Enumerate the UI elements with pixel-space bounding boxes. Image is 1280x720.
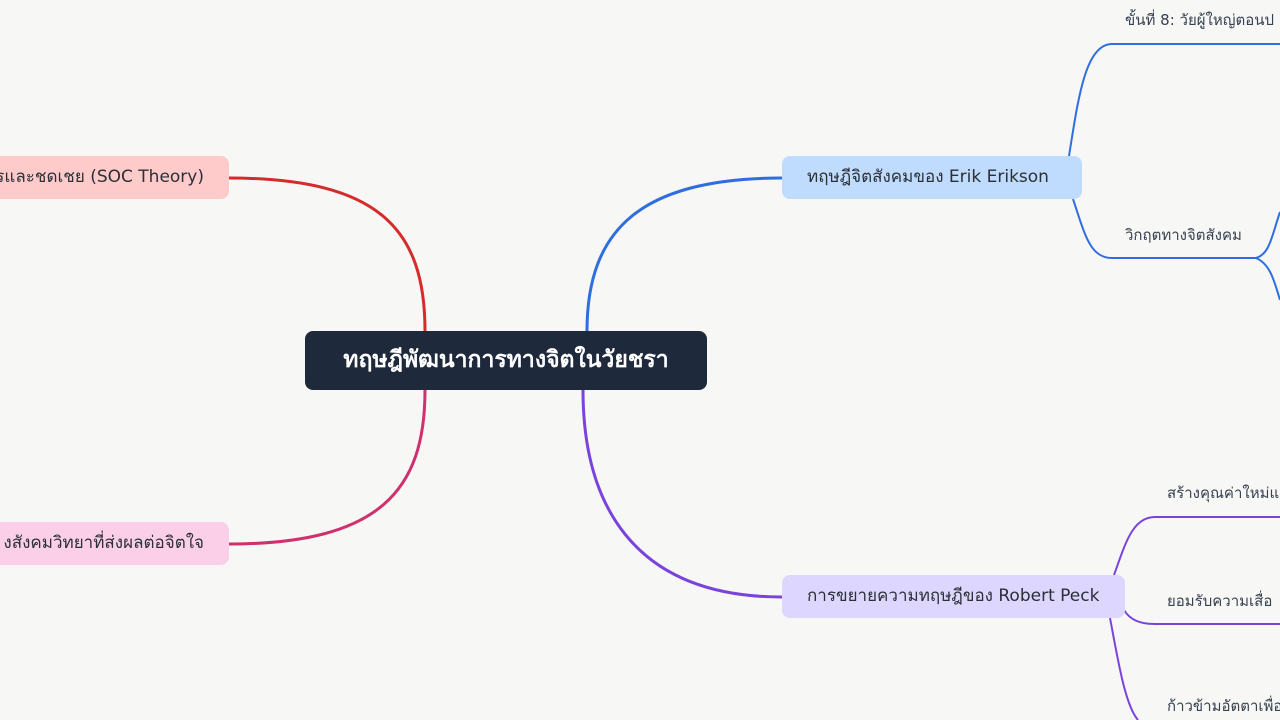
central-topic-node[interactable]: ทฤษฎีพัฒนาการทางจิตในวัยชรา	[305, 331, 707, 390]
edge-peck-accept	[1123, 609, 1280, 625]
edge-center-erikson	[585, 176, 783, 332]
leaf-psychosocial-crisis[interactable]: วิกฤตทางจิตสังคม	[1125, 228, 1242, 243]
leaf-accept-decline[interactable]: ยอมรับความเสื่อ	[1167, 594, 1272, 609]
leaf-new-values[interactable]: สร้างคุณค่าใหม่แ	[1167, 486, 1279, 501]
edge-center-soc	[228, 176, 427, 332]
edge-center-peck	[581, 389, 783, 599]
mindmap-canvas: ทฤษฎีพัฒนาการทางจิตในวัยชรา รและชดเชย (S…	[0, 0, 1280, 720]
edge-erikson-stage8	[1068, 43, 1280, 157]
leaf-stage-8[interactable]: ขั้นที่ 8: วัยผู้ใหญ่ตอนป	[1125, 13, 1274, 28]
branch-soc-theory[interactable]: รและชดเชย (SOC Theory)	[0, 156, 229, 199]
branch-erikson-theory[interactable]: ทฤษฎีจิตสังคมของ Erik Erikson	[782, 156, 1082, 199]
edge-peck-values	[1113, 516, 1280, 576]
edge-crisis-up	[1255, 211, 1280, 259]
edge-center-sociology	[228, 389, 427, 546]
leaf-transcend-ego[interactable]: ก้าวข้ามอัตตาเพื่อ	[1167, 699, 1280, 714]
edge-crisis-down	[1255, 257, 1280, 301]
branch-sociological-theories[interactable]: งสังคมวิทยาที่ส่งผลต่อจิตใจ	[0, 522, 229, 565]
branch-peck-theory[interactable]: การขยายความทฤษฎีของ Robert Peck	[782, 575, 1125, 618]
edge-peck-transcend	[1109, 617, 1139, 720]
